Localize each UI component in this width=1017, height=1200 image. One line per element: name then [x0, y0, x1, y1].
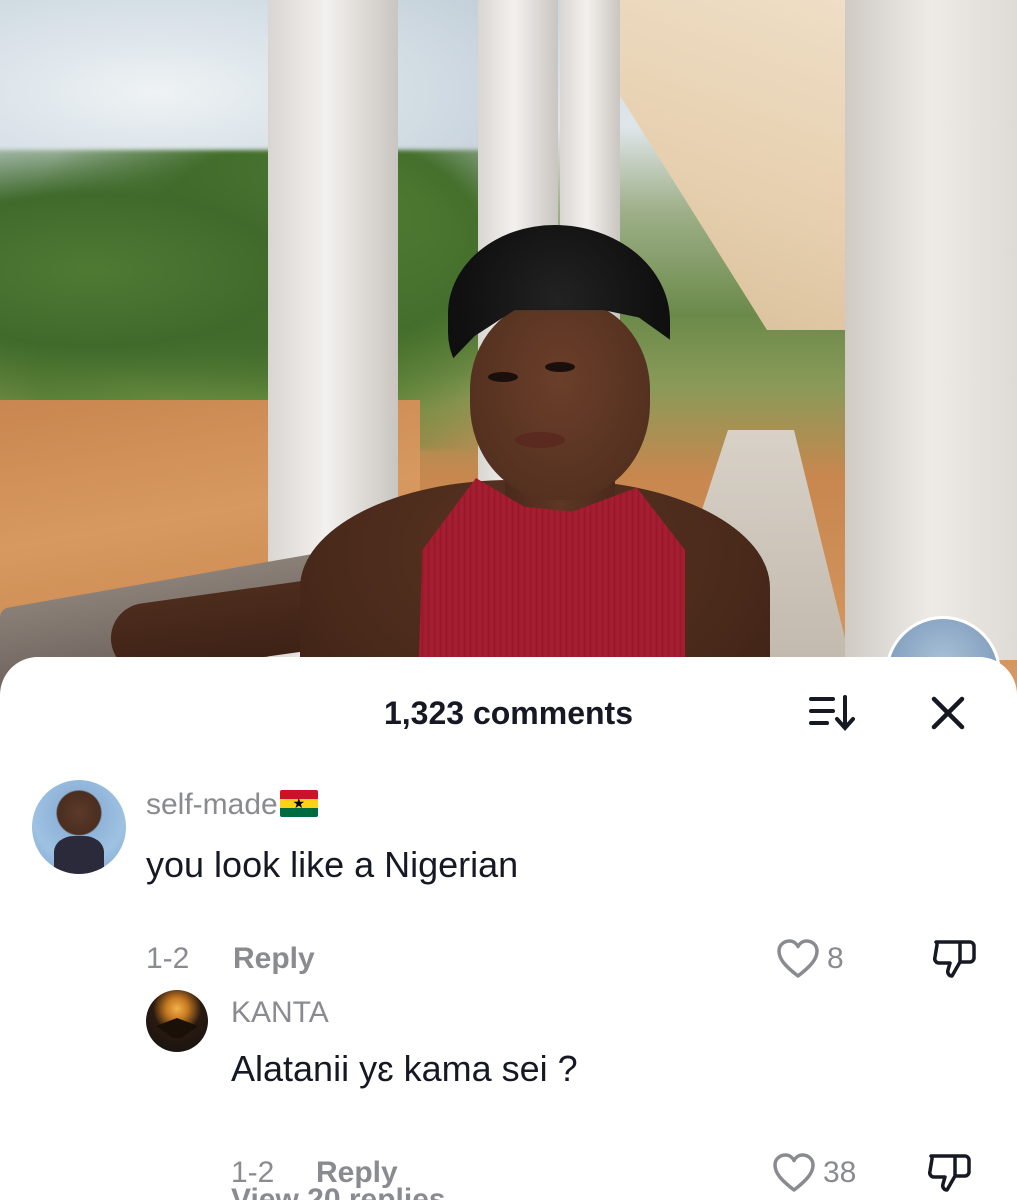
comment-text: Alatanii yɛ kama sei ? — [231, 1048, 578, 1089]
dislike-button[interactable] — [930, 936, 978, 985]
person-eye — [488, 372, 518, 382]
avatar[interactable] — [32, 780, 126, 874]
reply-button[interactable]: Reply — [233, 942, 315, 976]
comment-username[interactable]: KANTA — [231, 996, 329, 1030]
heart-icon — [777, 939, 819, 978]
heart-icon — [773, 1153, 815, 1192]
person-face — [470, 300, 650, 500]
comments-count: 1,323 comments — [383, 695, 633, 731]
close-icon — [931, 696, 965, 730]
view-replies-button[interactable]: View 20 replies — [231, 1183, 446, 1200]
thumbs-down-icon — [928, 1154, 971, 1192]
dislike-button[interactable] — [925, 1150, 973, 1199]
like-button[interactable]: 8 — [775, 938, 844, 980]
avatar[interactable] — [146, 990, 208, 1052]
pillar — [845, 0, 1017, 660]
close-button[interactable] — [922, 687, 974, 739]
person-lips — [515, 432, 565, 448]
thumbs-down-icon — [933, 940, 976, 978]
person-eye — [545, 362, 575, 372]
ghana-flag-icon: ★ — [279, 790, 318, 817]
like-count: 8 — [827, 942, 844, 975]
like-button[interactable]: 38 — [771, 1152, 856, 1194]
comment-username[interactable]: self-made ★ — [146, 788, 318, 822]
sort-descending-icon — [809, 695, 855, 732]
comment-text: you look like a Nigerian — [146, 844, 519, 885]
comment-date: 1-2 — [146, 942, 190, 975]
comments-header: 1,323 comments — [0, 657, 1017, 767]
sort-button[interactable] — [805, 691, 859, 735]
video-frame[interactable] — [0, 0, 1017, 700]
like-count: 38 — [823, 1156, 857, 1189]
comments-sheet: 1,323 comments self-made ★ you look like… — [0, 657, 1017, 1200]
